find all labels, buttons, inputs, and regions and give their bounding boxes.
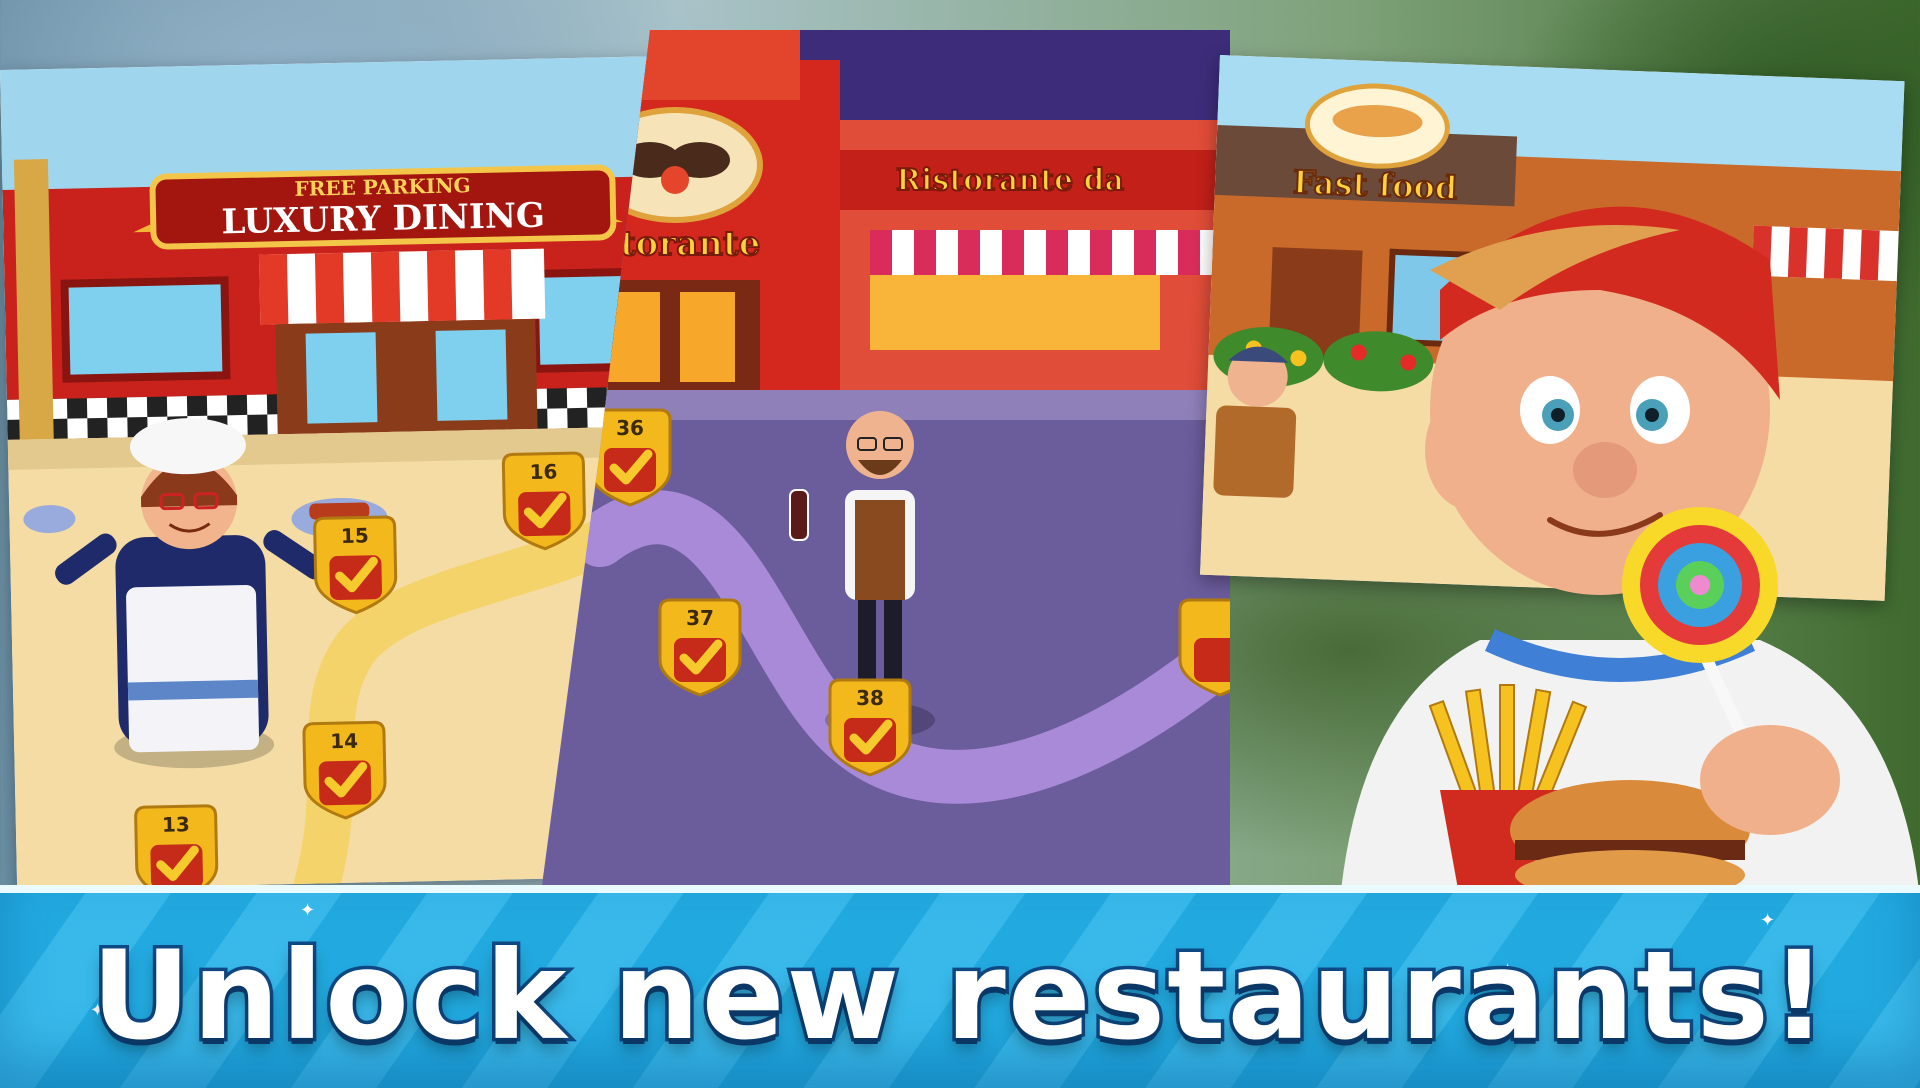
sparkle-icon: ✦ xyxy=(300,900,316,921)
sign-main-text: LUXURY DINING xyxy=(221,196,545,243)
level-badge-15: 15 xyxy=(313,515,398,615)
level-badge-37: 37 xyxy=(658,598,742,697)
boy-character xyxy=(1300,140,1920,900)
level-badge-38: 38 xyxy=(828,678,912,777)
level-number: 36 xyxy=(616,416,644,440)
banner-title: Unlock new restaurants! xyxy=(88,922,1830,1071)
level-number: 37 xyxy=(686,606,714,630)
level-number: 16 xyxy=(529,459,557,484)
level-badge-14: 14 xyxy=(302,720,387,820)
level-number: 38 xyxy=(856,686,884,710)
ristorante-panel: Ristorante Ristorante da 36 37 38 xyxy=(540,30,1230,900)
ristorante-secondary-sign-text: Ristorante da xyxy=(896,163,1124,198)
level-number: 15 xyxy=(341,523,369,548)
level-number: 14 xyxy=(330,729,358,754)
level-badge-13: 13 xyxy=(134,804,219,890)
level-number: 13 xyxy=(162,812,190,837)
level-badge-16: 16 xyxy=(501,451,586,551)
